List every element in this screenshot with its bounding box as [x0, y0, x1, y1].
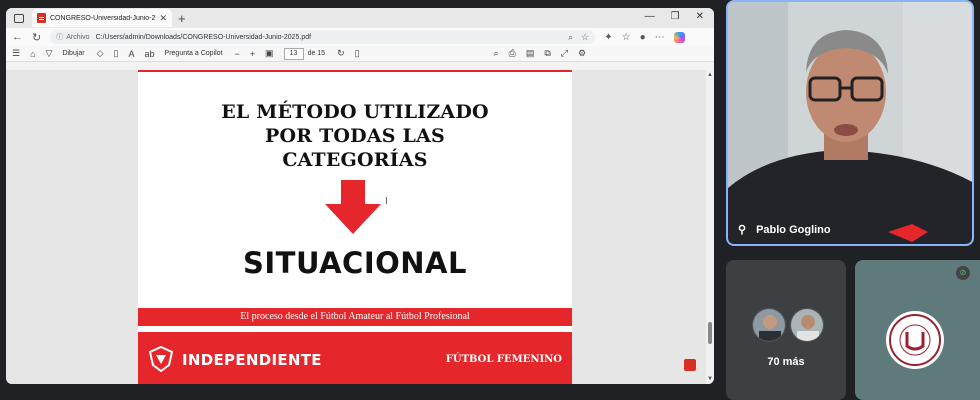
club-crest-logo — [148, 346, 174, 372]
save-icon[interactable]: ▤ — [526, 48, 535, 59]
vertical-scrollbar[interactable]: ▲ ▼ — [706, 70, 714, 384]
down-arrow-icon — [325, 180, 381, 234]
more-participants-count: 70 más — [767, 356, 805, 368]
muted-mic-icon: ⊘ — [956, 266, 970, 280]
reload-icon[interactable]: ↻ — [32, 31, 41, 44]
window-controls: — ❐ ✕ — [645, 11, 704, 22]
save-as-icon[interactable]: ⧉ — [544, 48, 550, 59]
extensions-icon[interactable]: ✦ — [604, 32, 612, 43]
file-label: Archivo — [66, 33, 90, 41]
translate-icon[interactable]: ab — [145, 49, 155, 59]
highlight-icon[interactable]: ⌂ — [30, 49, 35, 59]
scroll-thumb[interactable] — [708, 322, 712, 344]
slide-headline: SITUACIONAL — [243, 246, 467, 280]
tab-bar: CONGRESO-Universidad-Junio-2025 ✕ + — ❐ … — [6, 8, 714, 28]
zoom-out-button[interactable]: − — [235, 49, 240, 59]
copilot-button[interactable]: Pregunta a Copilot — [165, 50, 223, 57]
club-name: INDEPENDIENTE — [182, 351, 322, 369]
speaker-video-tile[interactable]: ⚲ Pablo Goglino — [726, 0, 974, 246]
tab-close-icon[interactable]: ✕ — [159, 13, 167, 24]
fit-page-icon[interactable]: ▣ — [265, 48, 274, 59]
close-window-button[interactable]: ✕ — [696, 11, 704, 22]
page-top-rule — [138, 70, 572, 72]
speaker-label: ⚲ Pablo Goglino — [738, 223, 831, 237]
file-indicator[interactable]: ⓘ Archivo — [56, 32, 89, 42]
slide-subtitle: El proceso desde el Fútbol Amateur al Fú… — [138, 308, 572, 326]
slide-title-line: CATEGORÍAS — [282, 149, 428, 171]
slide-title-line: EL MÉTODO UTILIZADO — [221, 101, 489, 123]
favorites-icon[interactable]: ☆ — [622, 32, 631, 43]
avatar — [752, 308, 786, 342]
draw-button[interactable]: Dibujar — [62, 50, 84, 57]
slide-title-line: POR TODAS LAS — [265, 125, 445, 147]
participant-avatars — [752, 308, 824, 342]
address-toolbar: ← ↻ ⓘ Archivo C:/Users/admin/Downloads/C… — [6, 28, 714, 46]
slide-title: EL MÉTODO UTILIZADO POR TODAS LAS CATEGO… — [138, 100, 572, 172]
settings-icon[interactable]: ⚙ — [578, 48, 586, 59]
page-view-icon[interactable]: ▯ — [355, 48, 360, 59]
pdf-viewer[interactable]: EL MÉTODO UTILIZADO POR TODAS LAS CATEGO… — [6, 70, 714, 384]
zoom-in-button[interactable]: + — [250, 49, 255, 59]
pin-icon[interactable]: ⚲ — [738, 223, 746, 236]
zoom-icon[interactable]: ⌕ — [568, 32, 573, 43]
speaker-name: Pablo Goglino — [756, 223, 831, 236]
contents-icon[interactable]: ☰ — [12, 48, 20, 59]
university-seal-logo — [886, 311, 944, 369]
read-aloud-icon[interactable]: A — [129, 49, 135, 59]
tab-title: CONGRESO-Universidad-Junio-2025 — [50, 14, 156, 22]
more-menu-icon[interactable]: ⋯ — [655, 32, 665, 43]
browser-window: CONGRESO-Universidad-Junio-2025 ✕ + — ❐ … — [6, 8, 714, 384]
new-tab-button[interactable]: + — [178, 12, 186, 25]
pdf-action-icon[interactable] — [684, 359, 696, 371]
fullscreen-icon[interactable]: ⤢ — [561, 48, 568, 59]
scroll-down-icon[interactable]: ▼ — [707, 376, 713, 382]
pdf-icon — [37, 13, 46, 23]
url-text[interactable]: C:/Users/admin/Downloads/CONGRESO-Univer… — [96, 34, 561, 41]
tab-actions-icon[interactable] — [14, 13, 24, 23]
print-icon[interactable]: ⎙ — [509, 48, 516, 59]
more-participants-tile[interactable]: 70 más — [726, 260, 846, 400]
pdf-page: EL MÉTODO UTILIZADO POR TODAS LAS CATEGO… — [138, 70, 572, 384]
info-icon: ⓘ — [56, 34, 64, 41]
erase-icon[interactable]: ◇ — [97, 48, 104, 59]
draw-icon[interactable]: ▽ — [46, 48, 53, 59]
speaker-video — [728, 2, 972, 244]
scroll-up-icon[interactable]: ▲ — [707, 72, 713, 78]
avatar — [790, 308, 824, 342]
copilot-icon[interactable] — [673, 31, 685, 43]
text-cursor: I — [385, 196, 388, 207]
tab-pdf[interactable]: CONGRESO-Universidad-Junio-2025 ✕ — [32, 9, 172, 27]
search-icon[interactable]: ⌕ — [494, 48, 499, 59]
maximize-button[interactable]: ❐ — [671, 11, 680, 22]
screen: CONGRESO-Universidad-Junio-2025 ✕ + — ❐ … — [0, 0, 980, 400]
address-bar[interactable]: ⓘ Archivo C:/Users/admin/Downloads/CONGR… — [50, 30, 596, 44]
page-total: de 15 — [307, 50, 326, 57]
minimize-button[interactable]: — — [645, 11, 655, 22]
profile-icon[interactable]: ● — [640, 32, 646, 43]
favorite-star-icon[interactable]: ☆ — [581, 32, 589, 43]
back-arrow-icon[interactable]: ← — [12, 31, 23, 43]
view-icon[interactable]: ▯ — [114, 48, 119, 59]
rotate-icon[interactable]: ↻ — [337, 48, 345, 59]
page-number-input[interactable]: 13 — [283, 47, 304, 60]
slide-footer: INDEPENDIENTE FÚTBOL FEMENINO — [138, 332, 572, 384]
participant-logo-tile[interactable]: ⊘ — [855, 260, 980, 400]
pdf-toolbar: ☰ ⌂ ▽ Dibujar ◇ ▯ A ab Pregunta a Copilo… — [6, 46, 714, 62]
section-label: FÚTBOL FEMENINO — [445, 354, 562, 365]
extensions-area: ✦ ☆ ● ⋯ — [604, 31, 685, 43]
